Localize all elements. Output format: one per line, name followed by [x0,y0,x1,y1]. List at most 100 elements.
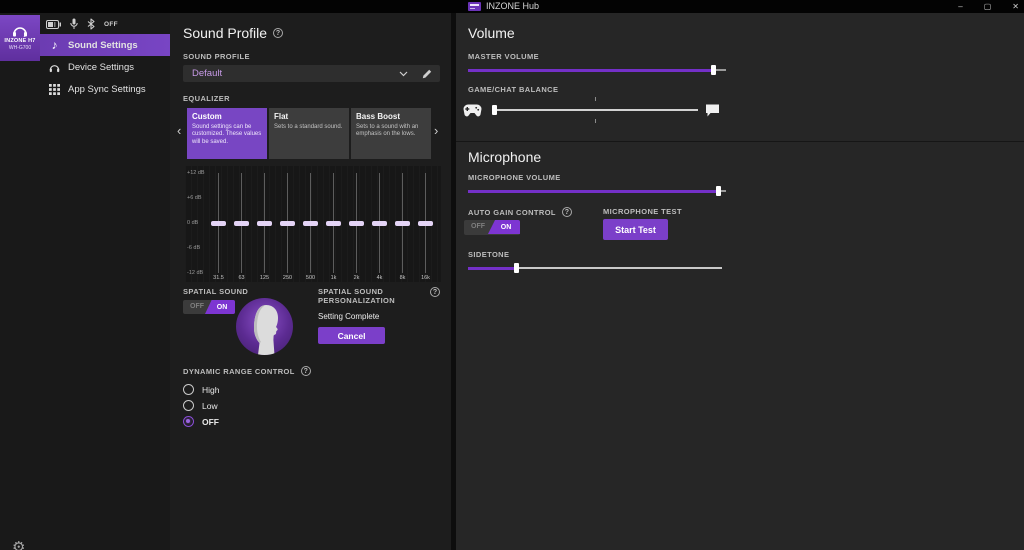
preset-card-bass-boost[interactable]: Bass Boost Sets to a sound with an empha… [351,108,431,159]
sound-profile-panel: Sound Profile ? SOUND PROFILE Default EQ… [170,13,451,550]
sidebar-item-label: Device Settings [68,62,134,73]
auto-gain-toggle[interactable]: OFF ON [464,220,520,235]
radio-icon [183,384,194,395]
window-title: INZONE Hub [486,1,539,12]
spatial-sound-head-avatar [236,298,293,355]
spatial-sound-toggle[interactable]: OFF ON [183,300,235,314]
microphone-volume-label: MICROPHONE VOLUME [468,173,561,182]
titlebar: INZONE Hub – ▢ ✕ [0,0,1024,13]
settings-gear-icon[interactable]: ⚙ [12,540,25,550]
spatial-personalization-help-icon[interactable]: ? [430,287,440,297]
preset-carousel-prev-icon[interactable]: ‹ [177,123,181,138]
dynamic-range-help-icon[interactable]: ? [301,366,311,376]
volume-heading: Volume [468,25,515,41]
microphone-heading: Microphone [468,149,541,165]
preset-carousel-next-icon[interactable]: › [434,123,438,138]
balance-center-tick [595,119,596,123]
auto-gain-control-label: AUTO GAIN CONTROL [468,208,556,217]
start-test-button[interactable]: Start Test [603,219,668,240]
dynamic-range-control-label: DYNAMIC RANGE CONTROL [183,367,295,376]
game-chat-balance-row [456,97,746,123]
device-name: INZONE H7 [4,38,35,44]
drc-option-off[interactable]: OFF [183,416,219,427]
drc-option-low[interactable]: Low [183,400,218,411]
eq-y-label: 0 dB [187,220,211,226]
minimize-icon[interactable]: – [955,0,965,13]
equalizer-section-label: EQUALIZER [183,94,230,103]
sound-profile-section-label: SOUND PROFILE [183,52,250,61]
eq-band-slider[interactable]: 31.5 [211,166,226,282]
music-note-icon: ♪ [49,39,60,51]
chevron-down-icon [399,71,408,77]
device-model: WH-G700 [9,45,31,51]
gamepad-icon [463,104,482,117]
device-tile[interactable]: INZONE H7 WH-G700 [0,15,40,61]
drc-option-high[interactable]: High [183,384,219,395]
radio-selected-icon [183,416,194,427]
eq-y-label: +12 dB [187,170,211,176]
sidebar: OFF ♪ Sound Settings Device Settings [40,13,170,550]
eq-band-slider[interactable]: 4k [372,166,387,282]
radio-icon [183,400,194,411]
eq-band-slider[interactable]: 1k [326,166,341,282]
equalizer-preset-cards: Custom Sound settings can be customized.… [187,108,431,159]
microphone-test-label: MICROPHONE TEST [603,207,682,216]
eq-band-slider[interactable]: 8k [395,166,410,282]
app-icon [468,2,481,11]
eq-y-label: -6 dB [187,245,211,251]
eq-y-label: +6 dB [187,195,211,201]
edit-pencil-icon[interactable] [422,69,432,79]
headset-icon [12,25,28,37]
slider-handle[interactable] [514,263,519,273]
grid-icon [49,84,60,95]
sidebar-item-device-settings[interactable]: Device Settings [40,56,170,78]
spatial-personalization-label: SPATIAL SOUND [318,287,383,296]
section-divider [456,141,1024,142]
eq-band-slider[interactable]: 250 [280,166,295,282]
sound-profile-heading: Sound Profile ? [183,25,283,41]
slider-handle[interactable] [492,105,497,115]
personalization-status: Setting Complete [318,312,379,321]
sound-profile-dropdown[interactable]: Default [183,65,440,82]
preset-card-flat[interactable]: Flat Sets to a standard sound. [269,108,349,159]
eq-band-slider[interactable]: 63 [234,166,249,282]
device-rail: INZONE H7 WH-G700 ⚙ [0,13,40,550]
sound-profile-selected-value: Default [183,68,399,79]
battery-icon [46,20,61,29]
game-chat-balance-slider[interactable] [492,104,698,116]
maximize-icon[interactable]: ▢ [981,0,995,13]
spatial-sound-label: SPATIAL SOUND [183,287,248,296]
sidebar-item-sound-settings[interactable]: ♪ Sound Settings [40,34,170,56]
headphones-icon [49,62,60,73]
chat-bubble-icon [705,104,720,117]
cancel-button[interactable]: Cancel [318,327,385,344]
eq-band-slider[interactable]: 500 [303,166,318,282]
sound-profile-help-icon[interactable]: ? [273,28,283,38]
sidebar-item-label: Sound Settings [68,40,138,51]
microphone-status-icon [70,18,78,30]
master-volume-label: MASTER VOLUME [468,52,539,61]
preset-card-custom[interactable]: Custom Sound settings can be customized.… [187,108,267,159]
balance-center-tick [595,97,596,101]
eq-sliders: 31.5 63 125 250 500 1k 2k 4k 8k 16k [211,166,433,282]
slider-handle[interactable] [716,186,721,196]
eq-band-slider[interactable]: 2k [349,166,364,282]
eq-band-slider[interactable]: 16k [418,166,433,282]
game-chat-balance-label: GAME/CHAT BALANCE [468,85,558,94]
sidebar-item-label: App Sync Settings [68,84,146,95]
sidetone-slider[interactable] [468,262,722,274]
device-status-bar: OFF [46,18,118,30]
close-icon[interactable]: ✕ [1009,0,1022,13]
head-silhouette [245,303,285,355]
microphone-volume-slider[interactable] [468,185,726,197]
sidetone-label: SIDETONE [468,250,509,259]
auto-gain-help-icon[interactable]: ? [562,207,572,217]
sidebar-menu: ♪ Sound Settings Device Settings [40,34,170,100]
sidebar-item-app-sync-settings[interactable]: App Sync Settings [40,78,170,100]
master-volume-slider[interactable] [468,64,726,76]
equalizer-graph: +12 dB +6 dB 0 dB -6 dB -12 dB 31.5 63 1… [185,166,441,282]
eq-band-slider[interactable]: 125 [257,166,272,282]
bluetooth-icon [87,18,95,30]
inzone-hub-window: INZONE Hub – ▢ ✕ INZONE H7 WH-G700 ⚙ [0,0,1024,550]
slider-handle[interactable] [711,65,716,75]
